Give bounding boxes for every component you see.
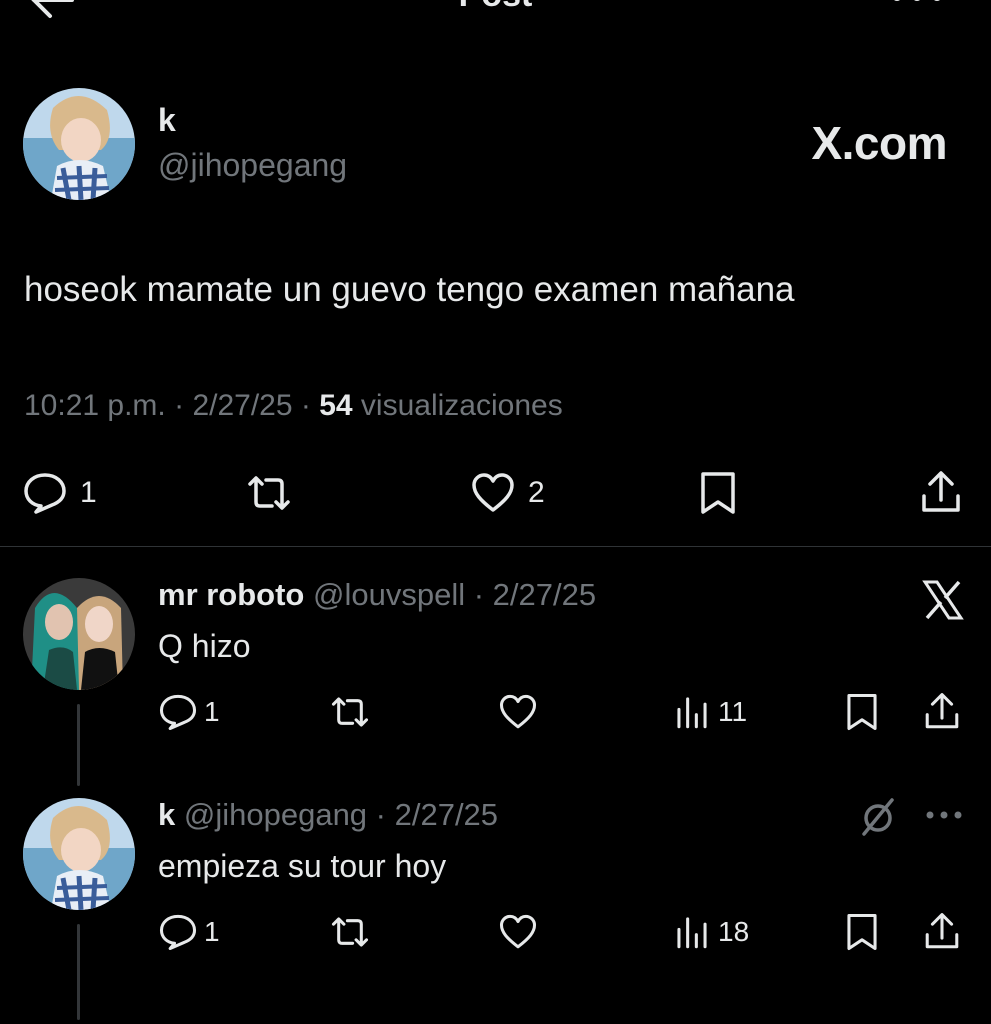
repost-button[interactable] xyxy=(330,912,370,952)
post-time[interactable]: 10:21 p.m. xyxy=(24,389,166,422)
heart-icon xyxy=(499,914,537,949)
views-button[interactable]: 18 xyxy=(672,912,749,952)
avatar[interactable] xyxy=(23,798,135,910)
views-label: visualizaciones xyxy=(360,389,563,422)
slash-circle-icon[interactable] xyxy=(858,796,898,836)
speech-bubble-icon xyxy=(24,473,66,514)
like-button[interactable] xyxy=(498,912,538,952)
reply-actions: 1 11 xyxy=(0,692,991,736)
top-bar: Post xyxy=(0,0,991,26)
reply-button[interactable]: 1 xyxy=(22,470,97,516)
reply-count: 1 xyxy=(204,916,220,947)
avatar[interactable] xyxy=(23,88,135,200)
author-handle[interactable]: @jihopegang xyxy=(158,147,347,184)
repost-button[interactable] xyxy=(246,470,292,516)
share-icon xyxy=(925,913,959,949)
bookmark-icon xyxy=(847,913,877,951)
reply-header: k @jihopegang · 2/27/25 xyxy=(158,797,498,833)
views-button[interactable]: 11 xyxy=(672,692,747,732)
like-button[interactable]: 2 xyxy=(470,470,545,516)
avatar-photo-icon xyxy=(23,798,135,910)
post-meta: 10:21 p.m. · 2/27/25 · 54 visualizacione… xyxy=(24,389,563,423)
bar-chart-icon xyxy=(677,697,707,729)
like-count: 2 xyxy=(528,476,545,509)
post-text: hoseok mamate un guevo tengo examen maña… xyxy=(24,270,795,309)
views-count: 18 xyxy=(718,916,750,947)
post-date[interactable]: 2/27/25 xyxy=(192,389,292,422)
heart-icon xyxy=(472,473,514,512)
reply-count: 1 xyxy=(204,696,220,727)
more-dots-icon[interactable] xyxy=(922,800,966,830)
x-logo-icon xyxy=(922,580,964,620)
meta-separator: · xyxy=(465,577,493,612)
meta-separator: · xyxy=(367,797,395,832)
reply-button[interactable]: 1 xyxy=(158,692,220,732)
reply-author-name[interactable]: k xyxy=(158,797,175,832)
speech-bubble-icon xyxy=(159,694,197,731)
reply-text: Q hizo xyxy=(158,628,251,664)
bookmark-button[interactable] xyxy=(842,692,882,732)
avatar-photo-icon xyxy=(23,578,135,690)
meta-separator: · xyxy=(174,389,193,422)
heart-icon xyxy=(499,694,537,729)
repost-icon xyxy=(331,917,369,947)
avatar-photo-icon xyxy=(23,88,135,200)
reply-text: empieza su tour hoy xyxy=(158,848,447,884)
page-title: Post xyxy=(0,0,991,15)
x-watermark: X.com xyxy=(811,117,947,169)
views-count: 11 xyxy=(718,696,748,727)
bookmark-button[interactable] xyxy=(842,912,882,952)
reply-author-handle[interactable]: @jihopegang xyxy=(184,797,367,832)
meta-separator: · xyxy=(300,389,320,422)
speech-bubble-icon xyxy=(159,914,197,951)
bookmark-button[interactable] xyxy=(695,470,741,516)
avatar[interactable] xyxy=(23,578,135,690)
bookmark-icon xyxy=(847,693,877,731)
bar-chart-icon xyxy=(677,917,707,949)
share-button[interactable] xyxy=(918,470,964,516)
author-name[interactable]: k xyxy=(158,102,176,139)
share-button[interactable] xyxy=(922,912,962,952)
reply-author-handle[interactable]: @louvspell xyxy=(313,577,465,612)
reply-date[interactable]: 2/27/25 xyxy=(493,577,596,612)
more-dots-icon[interactable] xyxy=(887,0,947,16)
like-button[interactable] xyxy=(498,692,538,732)
repost-icon xyxy=(331,697,369,727)
reply-header: mr roboto @louvspell · 2/27/25 xyxy=(158,577,596,613)
reply-count: 1 xyxy=(80,476,97,509)
post-page: Post k @jihopegang X.com hoseok mamate u… xyxy=(0,0,991,1024)
reply-actions: 1 18 xyxy=(0,912,991,956)
reply-date[interactable]: 2/27/25 xyxy=(395,797,498,832)
post-actions: 1 2 xyxy=(0,470,991,520)
share-icon xyxy=(922,471,960,512)
repost-button[interactable] xyxy=(330,692,370,732)
reply-author-name[interactable]: mr roboto xyxy=(158,577,304,612)
bookmark-icon xyxy=(701,472,735,514)
views-count: 54 xyxy=(319,389,353,422)
divider xyxy=(0,546,991,547)
share-button[interactable] xyxy=(922,692,962,732)
repost-icon xyxy=(248,476,290,510)
reply-button[interactable]: 1 xyxy=(158,912,220,952)
share-icon xyxy=(925,693,959,729)
